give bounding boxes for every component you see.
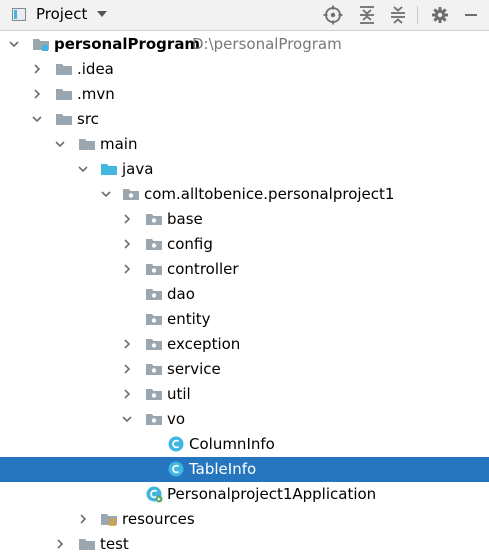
package-icon	[146, 214, 162, 225]
tree-label-base: base	[167, 210, 203, 228]
folder-icon	[56, 64, 72, 75]
chevron-down-icon[interactable]	[121, 413, 133, 425]
tree-row-vo[interactable]: vo	[0, 407, 489, 432]
tree-row-root[interactable]: personalProgram D:\personalProgram	[0, 32, 489, 57]
chevron-right-icon[interactable]	[31, 88, 43, 100]
folder-icon	[56, 114, 72, 125]
tree-row-service[interactable]: service	[0, 357, 489, 382]
chevron-right-icon[interactable]	[121, 338, 133, 350]
chevron-right-icon[interactable]	[121, 238, 133, 250]
collapse-all-icon[interactable]	[387, 4, 409, 26]
source-folder-icon	[101, 164, 117, 175]
tree-row-exception[interactable]: exception	[0, 332, 489, 357]
tree-label-columninfo: ColumnInfo	[189, 435, 275, 453]
tree-label-dao: dao	[167, 285, 195, 303]
chevron-down-icon[interactable]	[97, 11, 107, 17]
locate-icon[interactable]	[322, 4, 344, 26]
chevron-right-icon[interactable]	[121, 213, 133, 225]
tree-row-java[interactable]: java	[0, 157, 489, 182]
package-icon	[146, 314, 162, 325]
tree-label-service: service	[167, 360, 221, 378]
tree-row-config[interactable]: config	[0, 232, 489, 257]
tree-row-columninfo[interactable]: ColumnInfo	[0, 432, 489, 457]
tree-row-controller[interactable]: controller	[0, 257, 489, 282]
chevron-right-icon[interactable]	[77, 513, 89, 525]
chevron-down-icon[interactable]	[100, 188, 112, 200]
folder-icon	[79, 139, 95, 150]
chevron-right-icon[interactable]	[121, 363, 133, 375]
tree-label-controller: controller	[167, 260, 239, 278]
package-icon	[123, 189, 139, 200]
project-view-icon	[12, 8, 26, 21]
spring-boot-class-icon	[146, 486, 163, 503]
tree-label-vo: vo	[167, 410, 186, 428]
chevron-down-icon[interactable]	[8, 38, 20, 50]
tree-row-test[interactable]: test	[0, 532, 489, 557]
tree-label-main: main	[100, 135, 138, 153]
tree-label-exception: exception	[167, 335, 241, 353]
tree-label-entity: entity	[167, 310, 211, 328]
tree-label-src: src	[77, 110, 99, 128]
minimize-icon[interactable]	[460, 4, 482, 26]
module-folder-icon	[33, 39, 49, 51]
package-icon	[146, 339, 162, 350]
chevron-right-icon[interactable]	[121, 263, 133, 275]
tree-label-application: Personalproject1Application	[167, 485, 377, 503]
tree-row-entity[interactable]: entity	[0, 307, 489, 332]
tree-row-mvn[interactable]: .mvn	[0, 82, 489, 107]
tree-row-dao[interactable]: dao	[0, 282, 489, 307]
tree-row-src[interactable]: src	[0, 107, 489, 132]
resources-folder-icon	[101, 514, 117, 526]
gear-icon[interactable]	[429, 4, 451, 26]
root-path: D:\personalProgram	[192, 35, 342, 53]
project-view-title[interactable]: Project	[36, 5, 87, 23]
tree-label-root: personalProgram	[54, 35, 201, 53]
tree-label-util: util	[167, 385, 191, 403]
tree-label-test: test	[100, 535, 129, 553]
tree-label-resources: resources	[122, 510, 195, 528]
tree-row-package[interactable]: com.alltobenice.personalproject1	[0, 182, 489, 207]
tree-row-resources[interactable]: resources	[0, 507, 489, 532]
toolbar-separator	[417, 6, 418, 24]
package-icon	[146, 264, 162, 275]
tree-row-base[interactable]: base	[0, 207, 489, 232]
tree-label-tableinfo: TableInfo	[189, 460, 257, 478]
chevron-right-icon[interactable]	[31, 63, 43, 75]
chevron-down-icon[interactable]	[54, 138, 66, 150]
project-tool-window-header: Project	[0, 0, 489, 31]
class-icon	[168, 436, 184, 452]
package-icon	[146, 364, 162, 375]
tree-row-idea[interactable]: .idea	[0, 57, 489, 82]
tree-label-package: com.alltobenice.personalproject1	[144, 185, 395, 203]
tree-row-util[interactable]: util	[0, 382, 489, 407]
package-icon	[146, 239, 162, 250]
chevron-right-icon[interactable]	[121, 388, 133, 400]
tree-label-idea: .idea	[77, 60, 114, 78]
chevron-right-icon[interactable]	[54, 538, 66, 550]
tree-label-mvn: .mvn	[77, 85, 115, 103]
tree-label-config: config	[167, 235, 213, 253]
chevron-down-icon[interactable]	[31, 113, 43, 125]
package-icon	[146, 414, 162, 425]
folder-icon	[79, 539, 95, 550]
package-icon	[146, 289, 162, 300]
chevron-down-icon[interactable]	[77, 163, 89, 175]
tree-label-java: java	[122, 160, 154, 178]
package-icon	[146, 389, 162, 400]
expand-all-icon[interactable]	[356, 4, 378, 26]
tree-row-main[interactable]: main	[0, 132, 489, 157]
tree-row-application[interactable]: Personalproject1Application	[0, 482, 489, 507]
class-icon	[168, 461, 184, 477]
folder-icon	[56, 89, 72, 100]
tree-row-tableinfo[interactable]: TableInfo	[0, 457, 489, 482]
